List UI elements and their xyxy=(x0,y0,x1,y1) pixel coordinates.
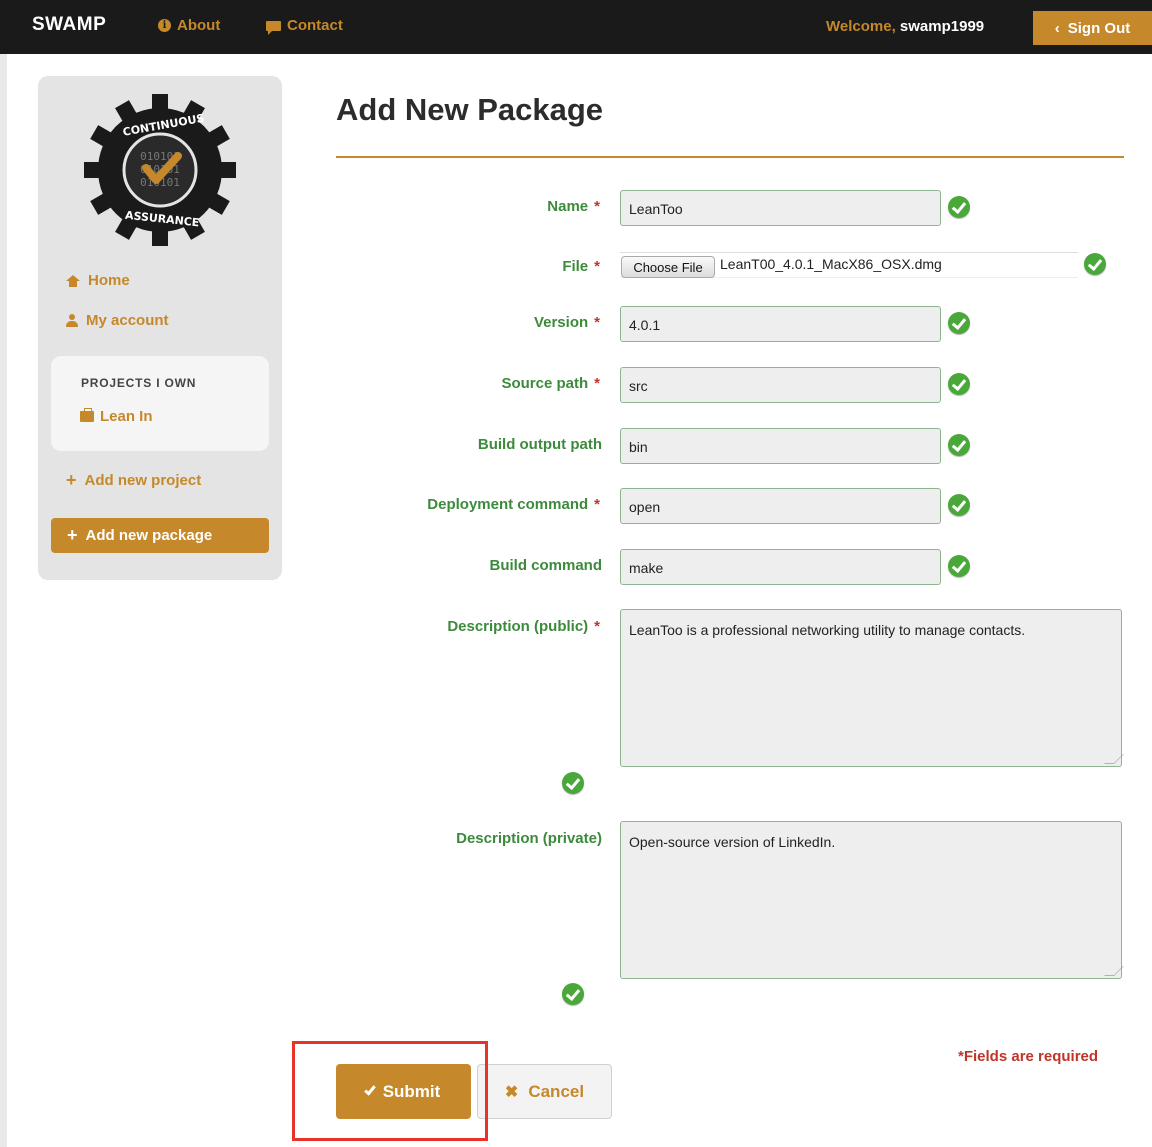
description-public-text: LeanToo is a professional networking uti… xyxy=(629,622,1026,638)
sidebar-item-my-account[interactable]: My account xyxy=(66,312,169,329)
left-edge-shade xyxy=(0,54,7,1147)
sidebar-account-label: My account xyxy=(86,312,169,329)
plus-icon: + xyxy=(67,525,78,545)
speech-bubble-icon xyxy=(266,20,281,35)
welcome-prefix: Welcome, xyxy=(826,18,896,35)
continuous-assurance-logo: 010101 010101 010101 CONTINUOUS ASSURANC… xyxy=(84,94,236,246)
nav-about-label: About xyxy=(177,17,221,34)
check-circle-icon xyxy=(948,312,970,334)
build-command-input[interactable]: make xyxy=(620,549,941,585)
description-public-label: Description (public) * xyxy=(447,618,600,635)
home-icon xyxy=(66,274,80,287)
resize-handle-icon[interactable] xyxy=(1104,966,1124,976)
selected-filename: LeanT00_4.0.1_MacX86_OSX.dmg xyxy=(720,256,942,272)
sidebar-item-home[interactable]: Home xyxy=(66,272,130,289)
nav-contact-label: Contact xyxy=(287,17,343,34)
cancel-button[interactable]: ✖ Cancel xyxy=(477,1064,612,1119)
check-circle-icon xyxy=(948,196,970,218)
sign-out-label: Sign Out xyxy=(1067,19,1131,37)
add-new-project-link[interactable]: + Add new project xyxy=(66,470,202,490)
resize-handle-icon[interactable] xyxy=(1104,754,1124,764)
name-input[interactable]: LeanToo xyxy=(620,190,941,226)
description-private-textarea[interactable]: Open-source version of LinkedIn. xyxy=(620,821,1124,979)
add-package-label: Add new package xyxy=(85,527,213,544)
project-label: Lean In xyxy=(100,408,153,425)
sign-out-button[interactable]: ‹ Sign Out xyxy=(1033,11,1152,45)
cancel-label: Cancel xyxy=(528,1081,585,1101)
check-circle-icon xyxy=(562,772,584,794)
info-circle-icon: i xyxy=(158,19,171,32)
build-command-label: Build command xyxy=(489,557,602,574)
deployment-command-input[interactable]: open xyxy=(620,488,941,524)
check-circle-icon xyxy=(948,555,970,577)
top-navbar: SWAMP i About Contact Welcome, swamp1999… xyxy=(0,0,1152,54)
add-project-label: Add new project xyxy=(84,472,202,489)
description-private-label: Description (private) xyxy=(456,830,602,847)
add-new-package-button[interactable]: + Add new package xyxy=(51,518,269,553)
build-output-path-label: Build output path xyxy=(477,436,602,453)
file-label: File * xyxy=(562,258,600,275)
check-circle-icon xyxy=(948,373,970,395)
check-circle-icon xyxy=(1084,253,1106,275)
username: swamp1999 xyxy=(899,18,985,35)
source-path-input[interactable]: src xyxy=(620,367,941,403)
nav-about-link[interactable]: i About xyxy=(158,17,220,34)
sidebar-item-project-lean-in[interactable]: Lean In xyxy=(80,408,153,425)
briefcase-icon xyxy=(80,408,94,422)
build-output-path-input[interactable]: bin xyxy=(620,428,941,464)
projects-heading: PROJECTS I OWN xyxy=(81,376,197,390)
plus-icon: + xyxy=(66,470,77,490)
version-label: Version * xyxy=(533,314,600,331)
user-icon xyxy=(66,314,78,327)
source-path-label: Source path * xyxy=(501,375,600,392)
check-circle-icon xyxy=(562,983,584,1005)
title-divider xyxy=(336,156,1124,158)
welcome-message: Welcome, swamp1999 xyxy=(826,18,984,35)
deployment-command-label: Deployment command * xyxy=(427,496,600,513)
required-fields-note: *Fields are required xyxy=(958,1048,1099,1065)
description-private-text: Open-source version of LinkedIn. xyxy=(629,834,836,850)
choose-file-button[interactable]: Choose File xyxy=(621,256,715,278)
check-circle-icon xyxy=(948,494,970,516)
name-label: Name * xyxy=(547,198,600,215)
nav-contact-link[interactable]: Contact xyxy=(266,17,343,35)
x-icon: ✖ xyxy=(504,1083,519,1101)
sidebar-home-label: Home xyxy=(88,272,130,289)
brand-logo[interactable]: SWAMP xyxy=(32,14,106,36)
check-circle-icon xyxy=(948,434,970,456)
highlight-box xyxy=(292,1041,488,1141)
version-input[interactable]: 4.0.1 xyxy=(620,306,941,342)
projects-panel xyxy=(51,356,269,451)
chevron-left-icon: ‹ xyxy=(1054,19,1060,37)
page-title: Add New Package xyxy=(336,92,604,127)
description-public-textarea[interactable]: LeanToo is a professional networking uti… xyxy=(620,609,1124,767)
